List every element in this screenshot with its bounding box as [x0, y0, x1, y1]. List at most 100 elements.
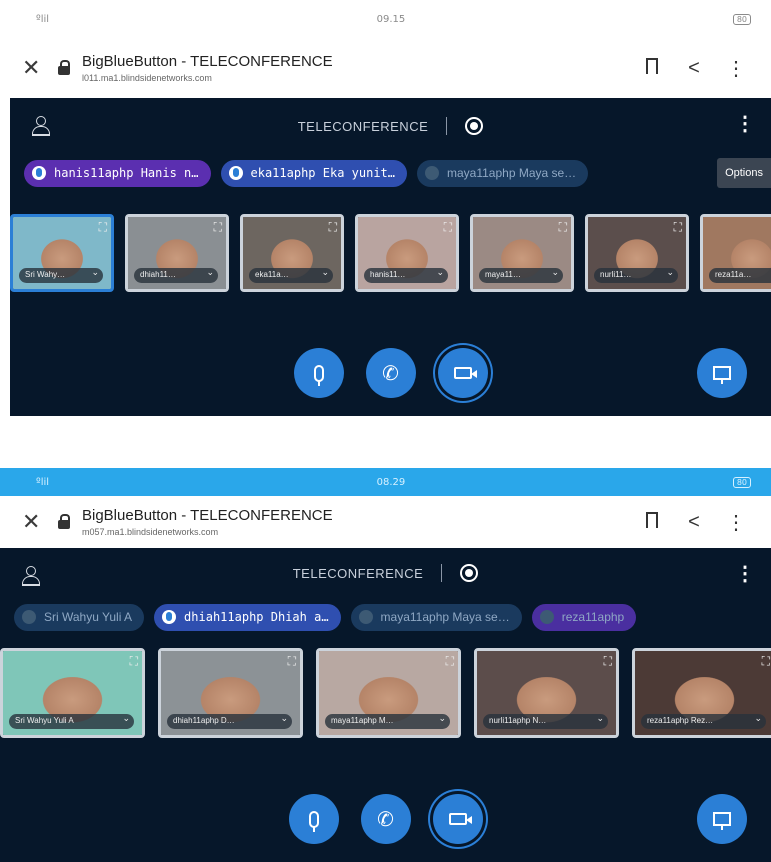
microphone-icon [228, 166, 243, 180]
fullscreen-icon[interactable]: ⛶ [446, 654, 454, 669]
action-bar: ✆ [10, 348, 771, 402]
talker-label: maya11aphp Maya se… [380, 610, 510, 624]
fullscreen-icon[interactable]: ⛶ [288, 654, 296, 669]
status-bar: ºlil 08.29 80 [0, 468, 771, 496]
talker-pill[interactable]: eka11aphp Eka yunit… [220, 159, 407, 187]
fullscreen-icon[interactable]: ⛶ [559, 220, 567, 235]
talker-pill[interactable]: maya11aphp Maya se… [350, 603, 522, 631]
camera-button[interactable] [437, 348, 488, 398]
signal-indicator: ºlil [36, 476, 50, 488]
signal-indicator: ºlil [36, 13, 50, 25]
video-tile[interactable]: ⛶ maya11… [470, 214, 574, 292]
fullscreen-icon[interactable]: ⛶ [604, 654, 612, 669]
talker-pill[interactable]: dhiah11aphp Dhiah a… [154, 603, 341, 631]
video-username[interactable]: dhiah11aphp D… [167, 714, 292, 729]
fullscreen-icon[interactable]: ⛶ [329, 220, 337, 235]
video-tile[interactable]: ⛶ maya11aphp M… [316, 648, 461, 738]
divider [446, 117, 448, 135]
lock-icon [58, 60, 72, 76]
lock-icon [58, 514, 72, 530]
fullscreen-icon[interactable]: ⛶ [762, 654, 770, 669]
phone-icon: ✆ [377, 808, 394, 831]
talking-indicators: hanis11aphp Hanis n… eka11aphp Eka yunit…… [10, 154, 771, 192]
phone-button[interactable]: ✆ [365, 348, 416, 398]
kebab-menu-icon[interactable]: ⋮ [715, 56, 757, 81]
camera-icon [448, 813, 472, 825]
microphone-icon [539, 610, 554, 624]
video-username[interactable]: maya11aphp M… [325, 714, 450, 729]
talker-pill[interactable]: hanis11aphp Hanis n… [24, 159, 211, 187]
presentation-icon [713, 812, 731, 830]
share-icon[interactable]: < [673, 511, 715, 534]
video-username[interactable]: nurli11… [594, 268, 678, 283]
microphone-icon [308, 810, 319, 832]
talker-label: hanis11aphp Hanis n… [54, 166, 199, 180]
options-tooltip: Options [717, 158, 771, 188]
microphone-icon [313, 364, 324, 386]
presentation-icon [713, 366, 731, 384]
video-username[interactable]: Sri Wahy… [19, 268, 103, 283]
video-username[interactable]: hanis11… [364, 268, 448, 283]
presentation-button[interactable] [697, 348, 747, 398]
screenshot-1: ºlil 09.15 80 ✕ BigBlueButton - TELECONF… [0, 0, 771, 416]
browser-toolbar: ✕ BigBlueButton - TELECONFERENCE l011.ma… [0, 38, 771, 98]
record-icon[interactable] [460, 564, 479, 582]
talker-pill[interactable]: maya11aphp Maya se… [417, 159, 589, 187]
fullscreen-icon[interactable]: ⛶ [99, 220, 107, 235]
share-icon[interactable]: < [673, 57, 715, 80]
video-username[interactable]: eka11a… [249, 268, 333, 283]
microphone-button[interactable] [293, 348, 344, 398]
bbb-app: TELECONFERENCE ⋮ Options hanis11aphp Han… [10, 98, 771, 416]
microphone-button[interactable] [288, 794, 339, 844]
talker-label: reza11aphp [561, 610, 625, 624]
video-username[interactable]: maya11… [479, 268, 563, 283]
microphone-icon [425, 166, 439, 180]
video-list: ⛶ Sri Wahyu Yuli A ⛶ dhiah11aphp D… ⛶ maya11a… [0, 648, 771, 738]
video-tile[interactable]: ⛶ nurli11… [585, 214, 689, 292]
page-info[interactable]: BigBlueButton - TELECONFERENCE m057.ma1.… [82, 507, 631, 537]
video-username[interactable]: reza11aphp Rez… [641, 714, 766, 729]
fullscreen-icon[interactable]: ⛶ [130, 654, 138, 669]
screenshot-2: ºlil 08.29 80 ✕ BigBlueButton - TELECONF… [0, 468, 771, 862]
video-tile[interactable]: ⛶ hanis11… [355, 214, 459, 292]
camera-button[interactable] [432, 794, 483, 844]
battery-indicator: 80 [732, 476, 751, 488]
close-icon[interactable]: ✕ [22, 55, 46, 81]
record-icon[interactable] [465, 117, 484, 135]
phone-button[interactable]: ✆ [360, 794, 411, 844]
kebab-menu-icon[interactable]: ⋮ [715, 510, 757, 535]
page-title: BigBlueButton - TELECONFERENCE [82, 507, 333, 524]
video-tile[interactable]: ⛶ eka11a… [240, 214, 344, 292]
video-tile[interactable]: ⛶reza11a… [700, 214, 771, 292]
conference-title: TELECONFERENCE [297, 118, 429, 134]
video-username[interactable]: Sri Wahyu Yuli A [9, 714, 134, 729]
video-tile[interactable]: ⛶ dhiah11… [125, 214, 229, 292]
options-icon[interactable]: ⋮ [735, 114, 755, 134]
presentation-button[interactable] [697, 794, 747, 844]
options-icon[interactable]: ⋮ [735, 564, 755, 584]
fullscreen-icon[interactable]: ⛶ [674, 220, 682, 235]
video-tile[interactable]: ⛶ nurli11aphp N… [474, 648, 619, 738]
video-username[interactable]: dhiah11… [134, 268, 218, 283]
bookmark-icon[interactable] [631, 511, 673, 534]
talker-pill[interactable]: Sri Wahyu Yuli A [14, 603, 145, 631]
bbb-app: TELECONFERENCE ⋮ Sri Wahyu Yuli A dhiah11… [0, 548, 771, 862]
video-username[interactable]: nurli11aphp N… [483, 714, 608, 729]
bookmark-icon[interactable] [631, 57, 673, 80]
fullscreen-icon[interactable]: ⛶ [444, 220, 452, 235]
fullscreen-icon[interactable]: ⛶ [214, 220, 222, 235]
close-icon[interactable]: ✕ [22, 509, 46, 535]
talker-label: eka11aphp Eka yunit… [250, 166, 396, 180]
user-list-icon[interactable] [22, 566, 40, 586]
user-list-icon[interactable] [32, 116, 50, 136]
talker-pill[interactable]: reza11aphp [531, 603, 637, 631]
video-list: ⛶ Sri Wahy… ⛶ dhiah11… ⛶ eka11a… ⛶ hanis11… ⛶ may… [10, 214, 771, 292]
video-tile[interactable]: ⛶ Sri Wahyu Yuli A [0, 648, 145, 738]
video-tile[interactable]: ⛶ reza11aphp Rez… [632, 648, 771, 738]
video-tile[interactable]: ⛶ Sri Wahy… [10, 214, 114, 292]
video-tile[interactable]: ⛶ dhiah11aphp D… [158, 648, 303, 738]
video-username[interactable]: reza11a… [709, 268, 771, 283]
page-url: l011.ma1.blindsidenetworks.com [82, 73, 212, 83]
talking-indicators: Sri Wahyu Yuli A dhiah11aphp Dhiah a… maya… [0, 598, 771, 636]
page-info[interactable]: BigBlueButton - TELECONFERENCE l011.ma1.… [82, 53, 631, 83]
